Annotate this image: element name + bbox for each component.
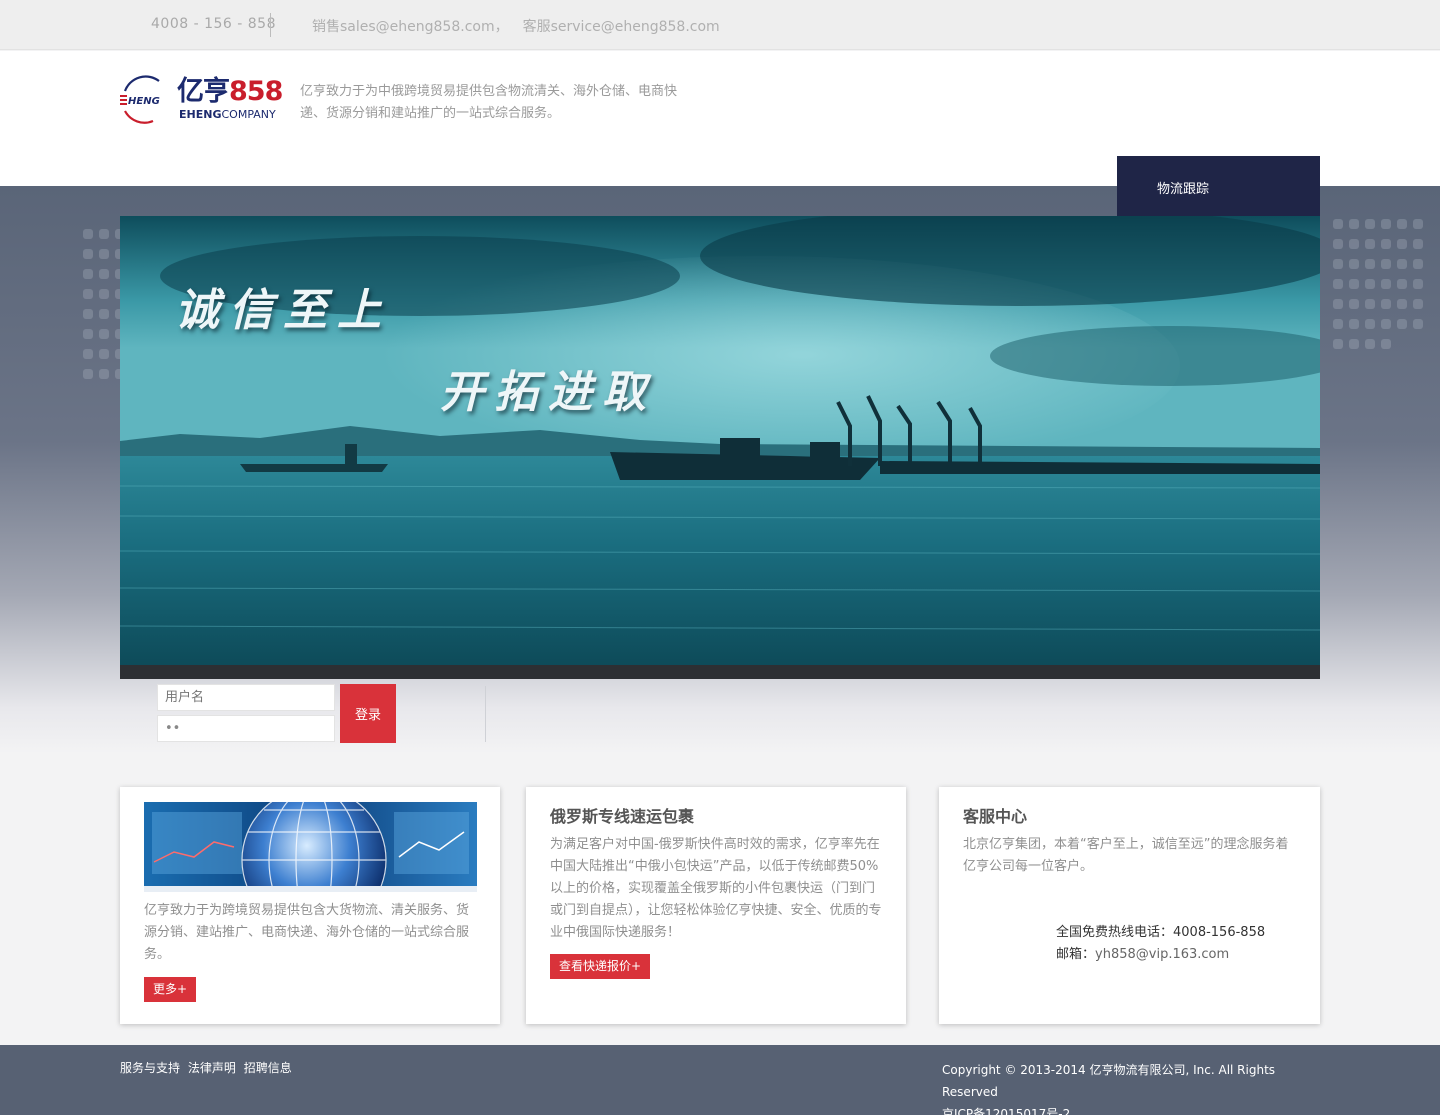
copyright-text: Copyright © 2013-2014 亿亨物流有限公司, Inc. All… [942,1063,1276,1099]
topbar-emails: 销售sales@eheng858.com， 客服service@eheng858.… [312,16,734,36]
brand-name-en: EHENGCOMPANY [179,108,276,121]
service-email-link[interactable]: 客服service@eheng858.com [523,19,720,35]
brand-name-cn-prefix: 亿亨 [177,76,230,107]
top-info-bar: 4008 - 156 - 858 销售sales@eheng858.com， 客服… [0,0,1440,50]
email-value[interactable]: yh858@vip.163.com [1095,947,1229,962]
overview-text: 亿亨致力于为跨境贸易提供包含大货物流、清关服务、货源分销、建站推广、电商快递、海… [144,903,470,962]
service-card-customer-center: 客服中心 北京亿亨集团，本着“客户至上，诚信至远”的理念服务着亿亨公司每一位客户… [939,787,1320,1024]
login-divider [485,686,486,742]
footer-link-jobs[interactable]: 招聘信息 [244,1061,292,1075]
logo-mark-text: HENG [128,96,160,107]
globe-network-icon [144,802,477,892]
password-input[interactable] [157,715,335,742]
card-title-customer-center: 客服中心 [963,807,1028,826]
topbar-divider [270,13,271,37]
footer-link-legal[interactable]: 法律声明 [188,1061,236,1075]
more-button[interactable]: 更多+ [144,977,197,1002]
sales-email-link[interactable]: 销售sales@eheng858.com， [312,19,509,35]
footer-link-support[interactable]: 服务与支持 [120,1061,180,1075]
hotline-value: 4008-156-858 [1173,925,1266,940]
site-footer: 服务与支持 法律声明 招聘信息 Copyright © 2013-2014 亿亨… [0,1045,1440,1115]
card-title-russia-express: 俄罗斯专线速运包裹 [550,807,695,826]
company-intro: 亿亨致力于为中俄跨境贸易提供包含物流清关、海外仓储、电商快递、货源分销和建站推广… [300,84,678,121]
russia-express-text: 为满足客户对中国-俄罗斯快件高时效的需求，亿亨率先在中国大陆推出“中俄小包快运”… [550,837,882,940]
hotline-number: 4008 - 156 - 858 [151,16,276,32]
slogan-integrity: 诚信至上 [175,285,391,336]
brand-name-en-bold: EHENG [179,108,222,121]
decorative-dots [1330,216,1440,356]
service-card-russia-express: 俄罗斯专线速运包裹 为满足客户对中国-俄罗斯快件高时效的需求，亿亨率先在中国大陆… [526,787,906,1024]
username-input[interactable] [157,684,335,711]
brand-name-cn: 亿亨858 [177,76,283,107]
login-button[interactable]: 登录 [340,684,396,743]
customer-center-text: 北京亿亨集团，本着“客户至上，诚信至远”的理念服务着亿亨公司每一位客户。 [963,837,1289,874]
view-express-quote-button[interactable]: 查看快递报价+ [550,954,651,979]
hero-banner: 诚信至上 开拓进取 [120,216,1320,679]
hotline-contact: 全国免费热线电话：4008-156-858 [1056,921,1265,940]
icp-number[interactable]: 京ICP备12015017号-2 [942,1103,1320,1115]
hotline-label: 全国免费热线电话： [1056,925,1174,940]
brand-name-cn-number: 858 [229,76,283,107]
nav-tab-logistics-tracking[interactable]: 物流跟踪 [1117,156,1320,216]
globe-image [144,802,477,892]
eheng-logo-icon: HENG [120,75,160,124]
email-contact: 邮箱：yh858@vip.163.com [1056,943,1229,962]
footer-copyright: Copyright © 2013-2014 亿亨物流有限公司, Inc. All… [942,1059,1320,1115]
email-label: 邮箱： [1056,947,1096,962]
hero-section: 诚信至上 开拓进取 [0,186,1440,754]
brand-name-en-rest: COMPANY [221,108,276,121]
slogan-pioneering: 开拓进取 [440,367,656,418]
site-logo[interactable]: HENG 亿亨858 EHENGCOMPANY [119,75,289,125]
service-card-overview: 亿亨致力于为跨境贸易提供包含大货物流、清关服务、货源分销、建站推广、电商快递、海… [120,787,500,1024]
footer-links: 服务与支持 法律声明 招聘信息 [120,1059,296,1076]
